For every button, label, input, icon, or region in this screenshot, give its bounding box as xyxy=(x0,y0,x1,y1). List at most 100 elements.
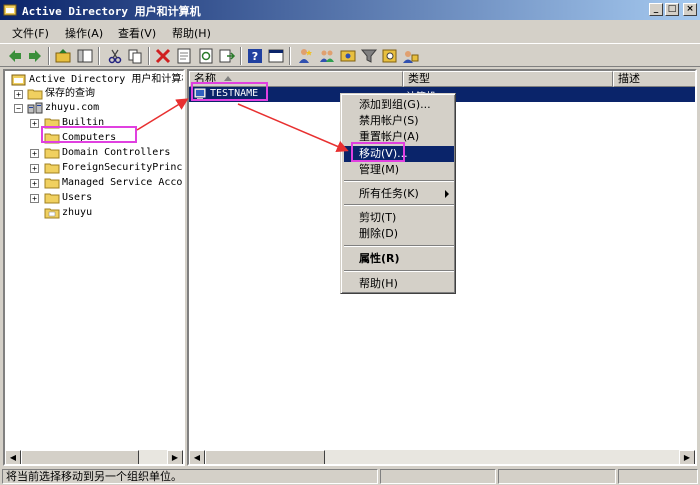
toolbar-separator xyxy=(48,47,50,65)
menu-help[interactable]: 帮助(H) xyxy=(172,25,211,41)
expand-icon[interactable]: + xyxy=(30,119,39,128)
toolbar-separator xyxy=(240,47,242,65)
find-icon[interactable] xyxy=(381,47,399,65)
tree-root[interactable]: Active Directory 用户和计算机 xyxy=(7,73,183,87)
tree-root-label: Active Directory 用户和计算机 xyxy=(29,74,185,85)
console-icon[interactable] xyxy=(267,47,285,65)
scrollbar-thumb[interactable] xyxy=(21,450,139,464)
tree-item-zhuyu-ou[interactable]: zhuyu xyxy=(7,206,183,220)
collapse-icon[interactable]: − xyxy=(14,104,23,113)
menu-item-disable-account[interactable]: 禁用帐户(S) xyxy=(344,113,454,129)
aduc-root-icon xyxy=(11,74,26,86)
folder-icon xyxy=(44,193,60,204)
folder-icon xyxy=(27,89,43,100)
sort-ascending-icon xyxy=(224,76,232,81)
aduc-app-icon xyxy=(3,4,17,16)
title-bar[interactable]: Active Directory 用户和计算机 _ □ × xyxy=(0,0,700,20)
submenu-arrow-icon xyxy=(445,190,449,198)
close-button[interactable]: × xyxy=(683,3,697,16)
menu-item-delete[interactable]: 删除(D) xyxy=(344,226,454,242)
column-header-type[interactable]: 类型 xyxy=(403,71,613,87)
back-icon[interactable] xyxy=(6,47,24,65)
copy-icon[interactable] xyxy=(126,47,144,65)
expand-icon[interactable]: + xyxy=(30,149,39,158)
menu-separator xyxy=(344,270,454,272)
forward-icon[interactable] xyxy=(26,47,44,65)
window-title: Active Directory 用户和计算机 xyxy=(22,5,201,18)
context-menu: 添加到组(G)... 禁用帐户(S) 重置帐户(A) 移动(V)... 管理(M… xyxy=(340,93,456,294)
tree-item-label: Users xyxy=(62,192,93,203)
menu-item-help[interactable]: 帮助(H) xyxy=(344,276,454,292)
delete-icon[interactable] xyxy=(154,47,172,65)
maximize-button[interactable]: □ xyxy=(665,3,679,16)
filter-icon[interactable] xyxy=(360,47,378,65)
tree-item-label: Domain Controllers xyxy=(62,147,171,158)
menu-item-add-to-group[interactable]: 添加到组(G)... xyxy=(344,97,454,113)
tree-item-label: Managed Service Accour xyxy=(62,177,185,188)
show-tree-icon[interactable] xyxy=(76,47,94,65)
minimize-button[interactable]: _ xyxy=(649,3,663,16)
highlight-box-computers xyxy=(41,126,137,143)
tree-item-domain[interactable]: − zhuyu.com xyxy=(7,101,183,115)
svg-text:?: ? xyxy=(252,50,258,63)
status-text: 将当前选择移动到另一个组织单位。 xyxy=(2,469,378,484)
menu-action[interactable]: 操作(A) xyxy=(65,25,103,41)
toolbar-separator xyxy=(289,47,291,65)
status-panel xyxy=(380,469,496,484)
expand-icon[interactable]: + xyxy=(30,194,39,203)
status-bar: 将当前选择移动到另一个组织单位。 xyxy=(0,468,700,485)
menu-item-all-tasks[interactable]: 所有任务(K) xyxy=(344,186,454,202)
tree-item-foreign-security[interactable]: + ForeignSecurityPrincip xyxy=(7,161,183,175)
scroll-right-icon[interactable]: ▶ xyxy=(679,450,695,464)
expand-icon[interactable]: + xyxy=(30,179,39,188)
tree-item-label: ForeignSecurityPrincip xyxy=(62,162,185,173)
column-header-label: 描述 xyxy=(618,72,640,85)
menu-separator xyxy=(344,204,454,206)
expand-icon[interactable]: + xyxy=(30,164,39,173)
menu-file[interactable]: 文件(F) xyxy=(12,25,49,41)
folder-icon xyxy=(44,148,60,159)
details-horizontal-scrollbar[interactable]: ◀ ▶ xyxy=(189,450,695,464)
tree-item-label: zhuyu.com xyxy=(45,102,100,113)
tree-item-saved-queries[interactable]: + 保存的查询 xyxy=(7,87,183,101)
up-folder-icon[interactable] xyxy=(54,47,72,65)
new-group-icon[interactable] xyxy=(318,47,336,65)
refresh-icon[interactable] xyxy=(197,47,215,65)
tree-item-label: 保存的查询 xyxy=(45,88,95,99)
column-header-label: 类型 xyxy=(408,72,430,85)
folder-icon xyxy=(44,163,60,174)
menu-item-label: 所有任务(K) xyxy=(359,187,419,200)
toolbar-separator xyxy=(148,47,150,65)
status-panel xyxy=(498,469,616,484)
tree-item-label: zhuyu xyxy=(62,207,93,218)
ou-folder-icon xyxy=(44,208,60,219)
move-object-icon[interactable] xyxy=(401,47,419,65)
highlight-box-testname xyxy=(191,82,268,101)
highlight-box-move xyxy=(351,142,405,162)
cut-icon[interactable] xyxy=(106,47,124,65)
properties-icon[interactable] xyxy=(175,47,193,65)
menu-view[interactable]: 查看(V) xyxy=(118,25,156,41)
menu-bar: 文件(F) 操作(A) 查看(V) 帮助(H) xyxy=(0,22,700,42)
column-header-description[interactable]: 描述 xyxy=(613,71,695,87)
tree-item-users[interactable]: + Users xyxy=(7,191,183,205)
new-user-icon[interactable] xyxy=(296,47,314,65)
tree-item-domain-controllers[interactable]: + Domain Controllers xyxy=(7,146,183,160)
tree-item-managed-service[interactable]: + Managed Service Accour xyxy=(7,176,183,190)
menu-item-cut[interactable]: 剪切(T) xyxy=(344,210,454,226)
folder-icon xyxy=(44,178,60,189)
export-list-icon[interactable] xyxy=(218,47,236,65)
menu-item-properties[interactable]: 属性(R) xyxy=(344,251,454,267)
expand-icon[interactable]: + xyxy=(14,90,23,99)
toolbar-separator xyxy=(98,47,100,65)
help-icon[interactable]: ? xyxy=(246,47,264,65)
scroll-left-icon[interactable]: ◀ xyxy=(5,450,21,464)
scrollbar-thumb[interactable] xyxy=(205,450,325,464)
add-to-group-icon[interactable] xyxy=(339,47,357,65)
toolbar: ? xyxy=(0,43,700,67)
scroll-left-icon[interactable]: ◀ xyxy=(189,450,205,464)
scroll-right-icon[interactable]: ▶ xyxy=(167,450,183,464)
aduc-window: Active Directory 用户和计算机 _ □ × 文件(F) 操作(A… xyxy=(0,0,700,485)
menu-item-manage[interactable]: 管理(M) xyxy=(344,162,454,178)
tree-horizontal-scrollbar[interactable]: ◀ ▶ xyxy=(5,450,183,464)
